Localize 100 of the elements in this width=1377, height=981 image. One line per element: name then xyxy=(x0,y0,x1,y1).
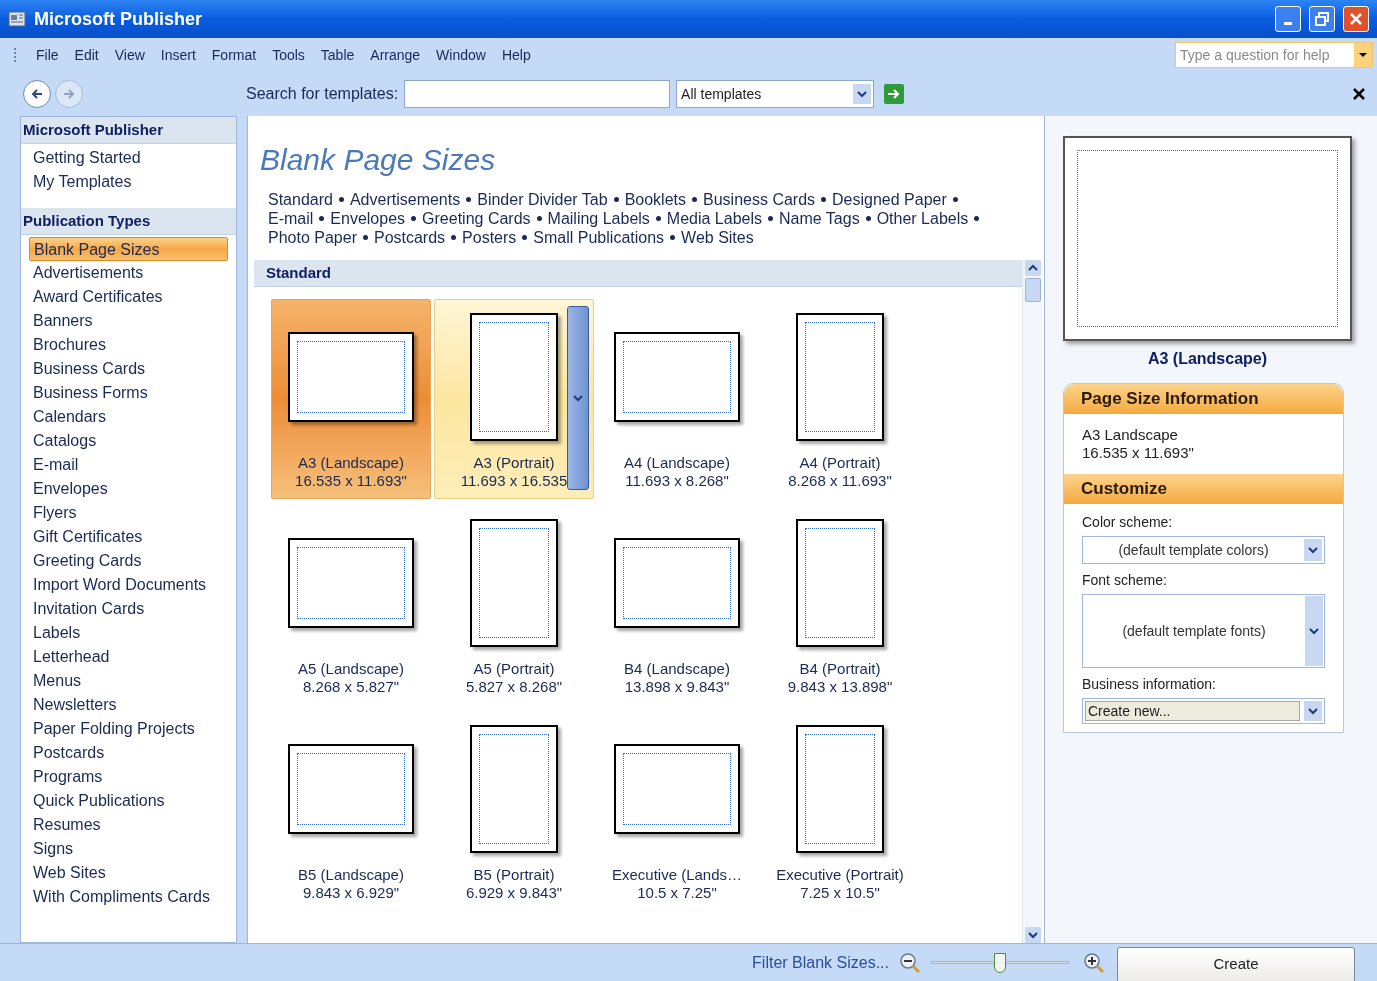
zoom-out-icon[interactable] xyxy=(899,951,921,974)
category-link[interactable]: Web Sites xyxy=(681,228,754,247)
template-tile[interactable]: Executive (Portrait) 7.25 x 10.5" xyxy=(760,711,920,911)
category-link[interactable]: Standard xyxy=(268,190,333,209)
color-scheme-dropdown[interactable]: (default template colors) xyxy=(1082,536,1325,564)
menu-item[interactable]: View xyxy=(106,42,153,68)
category-link[interactable]: Advertisements xyxy=(349,190,461,209)
help-search-field[interactable]: Type a question for help xyxy=(1175,42,1373,68)
zoom-slider[interactable] xyxy=(931,950,1069,975)
gallery-title: Blank Page Sizes xyxy=(260,142,497,178)
template-size: 11.693 x 8.268" xyxy=(625,472,729,490)
scroll-thumb[interactable] xyxy=(1024,278,1041,302)
zoom-in-icon[interactable] xyxy=(1083,951,1105,974)
template-tile[interactable]: B4 (Portrait) 9.843 x 13.898" xyxy=(760,505,920,705)
bullet-icon xyxy=(451,235,457,240)
category-link[interactable]: Media Labels xyxy=(666,209,762,228)
category-link[interactable]: E-mail xyxy=(268,209,314,228)
category-link[interactable]: Name Tags xyxy=(779,209,860,228)
sidebar-item[interactable]: Flyers xyxy=(29,501,228,525)
template-tile[interactable]: B5 (Landscape) 9.843 x 6.929" xyxy=(271,711,431,911)
category-link[interactable]: Posters xyxy=(462,228,517,247)
sidebar-item[interactable]: Business Cards xyxy=(29,357,228,381)
create-button[interactable]: Create xyxy=(1117,946,1355,981)
sidebar-item[interactable]: Catalogs xyxy=(29,429,228,453)
chevron-down-icon xyxy=(857,90,868,98)
category-link[interactable]: Binder Divider Tab xyxy=(477,190,608,209)
back-button[interactable] xyxy=(23,80,51,108)
sidebar-item[interactable]: Business Forms xyxy=(29,381,228,405)
template-tile[interactable]: A3 (Portrait) 11.693 x 16.535 xyxy=(434,299,594,499)
menu-item[interactable]: Help xyxy=(493,42,539,68)
template-tile[interactable]: A5 (Portrait) 5.827 x 8.268" xyxy=(434,505,594,705)
restore-button[interactable] xyxy=(1309,6,1335,32)
bullet-icon xyxy=(768,216,773,221)
sidebar-item[interactable]: Award Certificates xyxy=(29,285,228,309)
sidebar-item[interactable]: Advertisements xyxy=(29,261,228,285)
sidebar-item[interactable]: Blank Page Sizes xyxy=(29,237,228,261)
template-tile[interactable]: A3 (Landscape) 16.535 x 11.693" xyxy=(271,299,431,499)
panel-heading: Page Size Information xyxy=(1064,384,1343,414)
menu-item[interactable]: Format xyxy=(203,42,265,68)
font-scheme-dropdown[interactable]: (default template fonts) xyxy=(1082,594,1325,668)
category-link[interactable]: Photo Paper xyxy=(268,228,357,247)
sidebar-item[interactable]: With Compliments Cards xyxy=(29,885,228,909)
sidebar-item[interactable]: Signs xyxy=(29,837,228,861)
menu-item[interactable]: Edit xyxy=(66,42,107,68)
menu-item[interactable]: Window xyxy=(428,42,494,68)
go-button[interactable] xyxy=(884,84,905,104)
sidebar-item[interactable]: Quick Publications xyxy=(29,789,228,813)
category-link[interactable]: Business Cards xyxy=(703,190,816,209)
template-name: A4 (Portrait) xyxy=(799,454,881,472)
template-tile[interactable]: A4 (Portrait) 8.268 x 11.693" xyxy=(760,299,920,499)
template-tile[interactable]: Executive (Lands… 10.5 x 7.25" xyxy=(597,711,757,911)
sidebar-item[interactable]: Greeting Cards xyxy=(29,549,228,573)
template-scope-dropdown[interactable]: All templates xyxy=(676,80,875,108)
template-options-button[interactable] xyxy=(567,306,589,490)
category-link[interactable]: Postcards xyxy=(373,228,446,247)
menu-item[interactable]: Insert xyxy=(152,42,204,68)
template-tile[interactable]: A4 (Landscape) 11.693 x 8.268" xyxy=(597,299,757,499)
sidebar-item[interactable]: Brochures xyxy=(29,333,228,357)
category-link[interactable]: Other Labels xyxy=(876,209,969,228)
sidebar-item[interactable]: My Templates xyxy=(29,170,228,194)
sidebar-item[interactable]: Envelopes xyxy=(29,477,228,501)
template-search-field[interactable] xyxy=(404,80,671,108)
minimize-button[interactable] xyxy=(1275,6,1301,32)
sidebar-item[interactable]: Letterhead xyxy=(29,645,228,669)
sidebar-item[interactable]: Paper Folding Projects xyxy=(29,717,228,741)
sidebar-item[interactable]: Menus xyxy=(29,669,228,693)
info-text: 16.535 x 11.693" xyxy=(1082,444,1195,462)
sidebar-item[interactable]: Newsletters xyxy=(29,693,228,717)
menu-item[interactable]: Tools xyxy=(264,42,313,68)
sidebar-item[interactable]: Invitation Cards xyxy=(29,597,228,621)
sidebar-item[interactable]: Banners xyxy=(29,309,228,333)
category-link[interactable]: Mailing Labels xyxy=(547,209,650,228)
slider-thumb[interactable] xyxy=(994,952,1006,973)
sidebar-item[interactable]: Getting Started xyxy=(29,146,228,170)
bullet-icon xyxy=(338,197,344,202)
category-link[interactable]: Small Publications xyxy=(533,228,665,247)
sidebar-item[interactable]: Labels xyxy=(29,621,228,645)
sidebar-item[interactable]: Resumes xyxy=(29,813,228,837)
sidebar-item[interactable]: Import Word Documents xyxy=(29,573,228,597)
sidebar-item[interactable]: Gift Certificates xyxy=(29,525,228,549)
template-tile[interactable]: B4 (Landscape) 13.898 x 9.843" xyxy=(597,505,757,705)
category-link[interactable]: Envelopes xyxy=(330,209,406,228)
menu-item[interactable]: Arrange xyxy=(362,42,429,68)
category-link[interactable]: Greeting Cards xyxy=(422,209,531,228)
template-tile[interactable]: B5 (Portrait) 6.929 x 9.843" xyxy=(434,711,594,911)
menu-item[interactable]: File xyxy=(28,42,67,68)
close-pane-button[interactable] xyxy=(1351,86,1367,102)
sidebar-item[interactable]: Postcards xyxy=(29,741,228,765)
sidebar-item[interactable]: Web Sites xyxy=(29,861,228,885)
category-link[interactable]: Booklets xyxy=(624,190,686,209)
close-button[interactable] xyxy=(1343,6,1369,32)
menu-item[interactable]: Table xyxy=(312,42,363,68)
sidebar-item[interactable]: Calendars xyxy=(29,405,228,429)
sidebar-item[interactable]: E-mail xyxy=(29,453,228,477)
category-link[interactable]: Designed Paper xyxy=(832,190,947,209)
template-tile[interactable]: A5 (Landscape) 8.268 x 5.827" xyxy=(271,505,431,705)
scrollbar[interactable] xyxy=(1022,260,1042,943)
business-info-dropdown[interactable]: Create new... xyxy=(1082,698,1325,724)
sidebar-item[interactable]: Programs xyxy=(29,765,228,789)
field-label: Business information: xyxy=(1082,675,1217,694)
